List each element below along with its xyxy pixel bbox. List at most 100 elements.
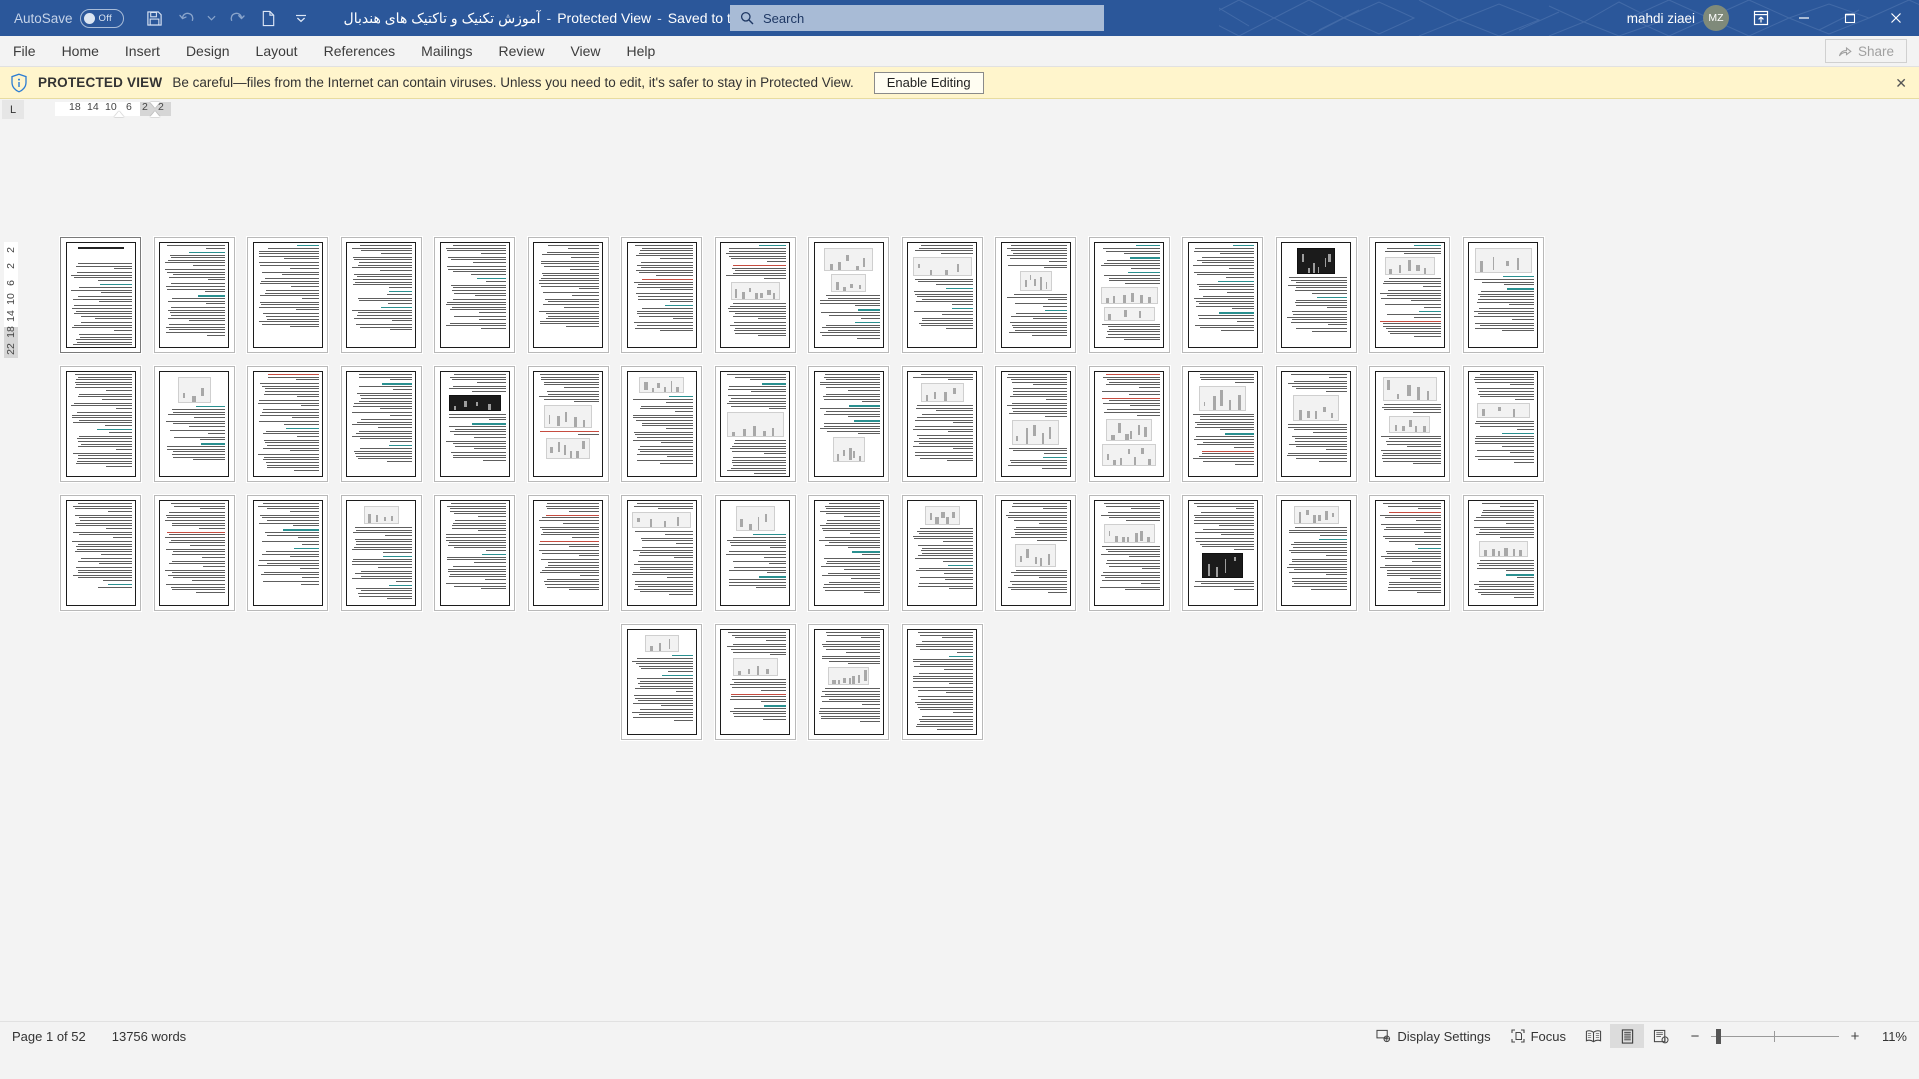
page-thumbnail[interactable] — [615, 359, 709, 488]
page-thumbnail[interactable] — [1176, 359, 1270, 488]
zoom-in-button[interactable]: + — [1848, 1028, 1862, 1045]
page-thumbnail[interactable] — [709, 617, 803, 746]
tab-file[interactable]: File — [0, 37, 49, 66]
page-thumbnail[interactable] — [802, 488, 896, 617]
page-7[interactable] — [621, 236, 703, 353]
page-52[interactable] — [901, 623, 983, 740]
page-thumbnail[interactable] — [1363, 488, 1457, 617]
page-49[interactable] — [621, 623, 703, 740]
page-50[interactable] — [714, 623, 796, 740]
tab-insert[interactable]: Insert — [112, 37, 173, 66]
page-thumbnail[interactable] — [148, 359, 242, 488]
page-18[interactable] — [153, 365, 235, 482]
save-icon[interactable] — [140, 4, 170, 32]
page-31[interactable] — [1369, 365, 1451, 482]
page-29[interactable] — [1182, 365, 1264, 482]
autosave-control[interactable]: AutoSave Off — [14, 8, 124, 28]
page-4[interactable] — [340, 236, 422, 353]
page-44[interactable] — [1088, 494, 1170, 611]
close-button[interactable] — [1873, 0, 1919, 36]
hanging-indent-marker[interactable] — [150, 102, 160, 108]
page-thumbnail[interactable] — [241, 230, 335, 359]
page-thumbnail[interactable] — [1176, 488, 1270, 617]
page-thumbnail[interactable] — [709, 488, 803, 617]
share-button[interactable]: Share — [1824, 39, 1907, 63]
page-36[interactable] — [340, 494, 422, 611]
undo-icon[interactable] — [172, 4, 202, 32]
page-22[interactable] — [527, 365, 609, 482]
page-thumbnail[interactable] — [241, 488, 335, 617]
display-settings-button[interactable]: Display Settings — [1366, 1024, 1500, 1048]
page-thumbnail[interactable] — [148, 230, 242, 359]
page-37[interactable] — [434, 494, 516, 611]
restore-button[interactable] — [1827, 0, 1873, 36]
page-thumbnail[interactable] — [241, 359, 335, 488]
page-40[interactable] — [714, 494, 796, 611]
page-thumbnail[interactable] — [709, 359, 803, 488]
page-30[interactable] — [1275, 365, 1357, 482]
page-34[interactable] — [153, 494, 235, 611]
document-title-area[interactable]: آموزش تکنیک و تاکتیک های هندبال - Protec… — [344, 10, 785, 27]
first-line-indent-marker[interactable] — [114, 111, 124, 117]
page-9[interactable] — [808, 236, 890, 353]
page-thumbnail[interactable] — [428, 488, 522, 617]
ribbon-display-options-icon[interactable] — [1741, 0, 1781, 36]
page-42[interactable] — [901, 494, 983, 611]
page-13[interactable] — [1182, 236, 1264, 353]
page-thumbnail[interactable] — [896, 617, 990, 746]
undo-dropdown-icon[interactable] — [204, 4, 220, 32]
page-3[interactable] — [247, 236, 329, 353]
read-mode-icon[interactable] — [1576, 1024, 1610, 1048]
page-thumbnail[interactable] — [54, 488, 148, 617]
tab-home[interactable]: Home — [49, 37, 112, 66]
page-thumbnail[interactable] — [522, 230, 616, 359]
page-thumbnail[interactable] — [615, 230, 709, 359]
page-6[interactable] — [527, 236, 609, 353]
page-thumbnail[interactable] — [1363, 359, 1457, 488]
page-thumbnail[interactable] — [54, 359, 148, 488]
page-11[interactable] — [995, 236, 1077, 353]
page-thumbnail[interactable] — [428, 359, 522, 488]
autosave-toggle[interactable]: Off — [79, 8, 124, 28]
tab-stop-selector[interactable]: L — [2, 100, 24, 119]
page-thumbnail[interactable] — [615, 617, 709, 746]
page-27[interactable] — [995, 365, 1077, 482]
page-21[interactable] — [434, 365, 516, 482]
page-16[interactable] — [1462, 236, 1544, 353]
page-thumbnail[interactable] — [1457, 488, 1551, 617]
page-35[interactable] — [247, 494, 329, 611]
tab-view[interactable]: View — [557, 37, 613, 66]
page-14[interactable] — [1275, 236, 1357, 353]
page-thumbnail[interactable] — [1363, 230, 1457, 359]
page-thumbnail[interactable] — [896, 230, 990, 359]
zoom-level[interactable]: 11% — [1871, 1029, 1907, 1044]
page-thumbnail[interactable] — [428, 230, 522, 359]
page-20[interactable] — [340, 365, 422, 482]
tab-help[interactable]: Help — [614, 37, 669, 66]
page-thumbnail[interactable] — [522, 359, 616, 488]
page-51[interactable] — [808, 623, 890, 740]
page-thumbnail[interactable] — [1083, 230, 1177, 359]
zoom-slider-handle[interactable] — [1716, 1029, 1721, 1044]
page-thumbnail-area[interactable] — [21, 120, 1919, 1050]
vertical-ruler[interactable]: 2 2 6 10 14 18 22 — [0, 120, 21, 1050]
page-1[interactable] — [60, 236, 142, 353]
avatar[interactable]: MZ — [1703, 5, 1729, 31]
user-name[interactable]: mahdi ziaei — [1627, 11, 1695, 26]
page-thumbnail[interactable] — [896, 359, 990, 488]
page-thumbnail[interactable] — [802, 617, 896, 746]
page-8[interactable] — [714, 236, 796, 353]
page-48[interactable] — [1462, 494, 1544, 611]
page-2[interactable] — [153, 236, 235, 353]
page-28[interactable] — [1088, 365, 1170, 482]
page-thumbnail[interactable] — [802, 230, 896, 359]
page-10[interactable] — [901, 236, 983, 353]
page-5[interactable] — [434, 236, 516, 353]
page-15[interactable] — [1369, 236, 1451, 353]
page-32[interactable] — [1462, 365, 1544, 482]
page-thumbnail[interactable] — [1457, 230, 1551, 359]
tab-review[interactable]: Review — [486, 37, 558, 66]
page-45[interactable] — [1182, 494, 1264, 611]
tab-mailings[interactable]: Mailings — [408, 37, 485, 66]
close-icon[interactable]: ✕ — [1895, 75, 1907, 92]
